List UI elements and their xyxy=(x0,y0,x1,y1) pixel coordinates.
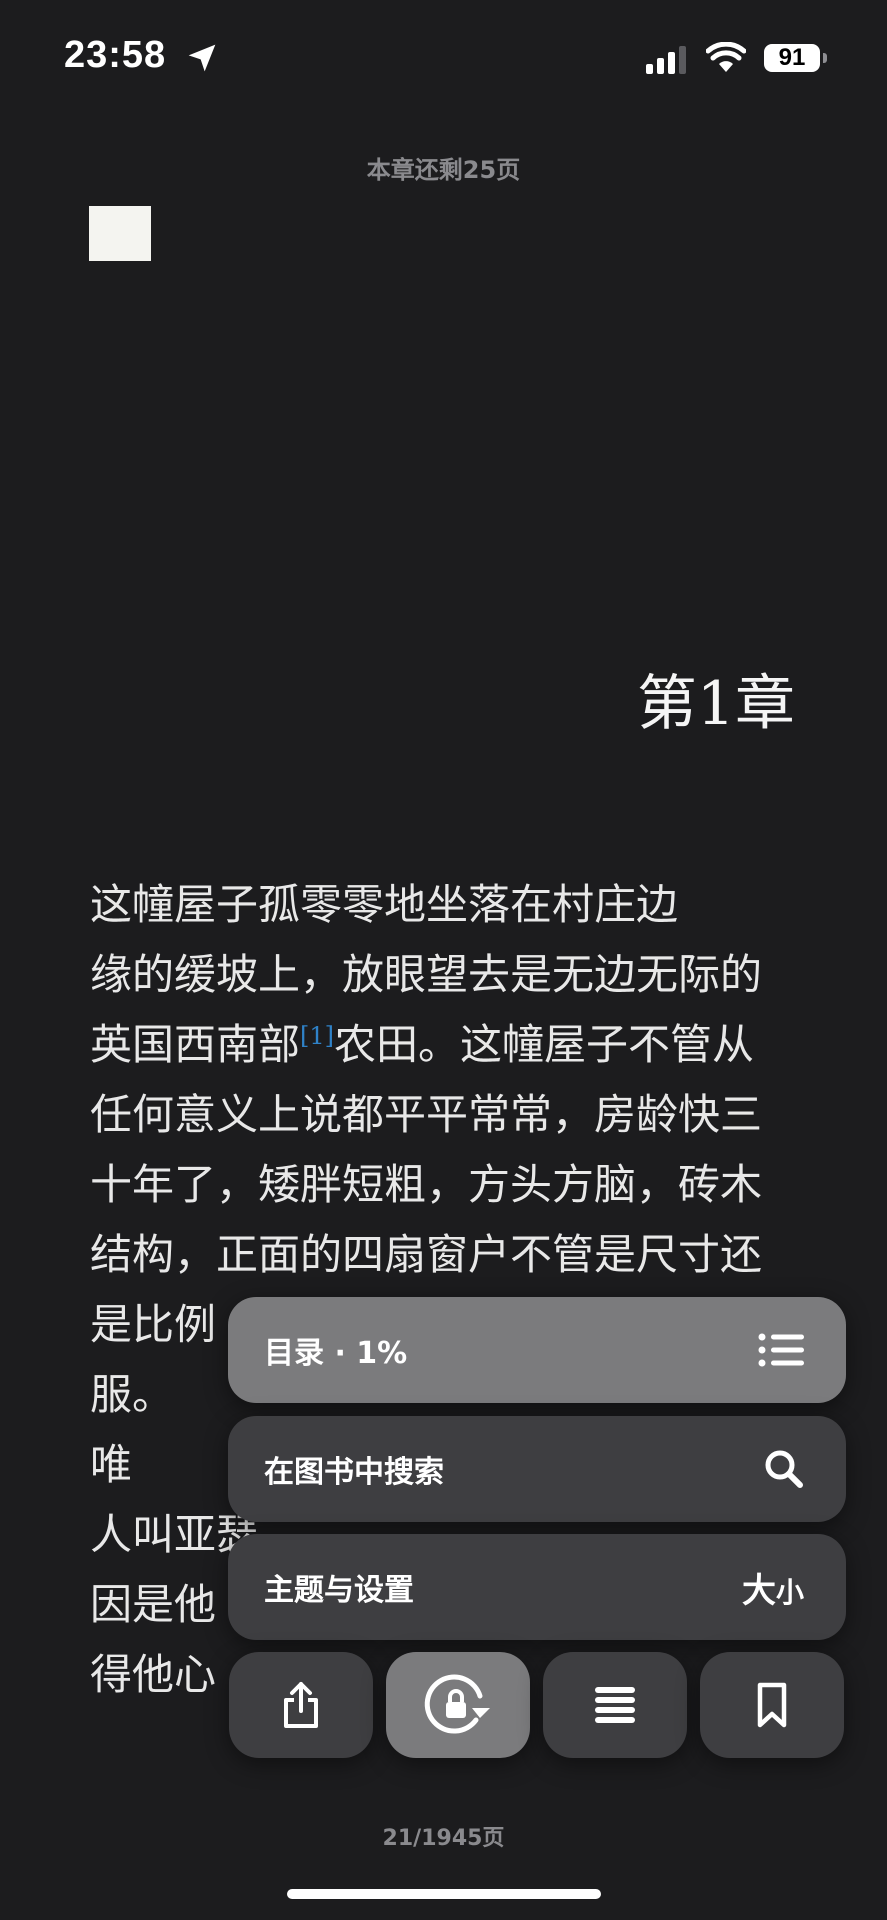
list-icon xyxy=(758,1333,804,1367)
status-time: 23:58 xyxy=(64,34,167,76)
rotation-lock-button[interactable] xyxy=(386,1652,530,1758)
text-line-end: 农田。这幢屋子不管从 xyxy=(334,1020,755,1069)
footnote-link[interactable]: [1] xyxy=(300,1022,334,1050)
share-button[interactable] xyxy=(229,1652,373,1758)
toc-menu-item[interactable]: 目录 · 1% xyxy=(228,1297,846,1403)
share-icon xyxy=(284,1682,318,1728)
cellular-signal-icon xyxy=(646,46,686,74)
text-line: 缘的缓坡上，放眼望去是无边无际的 xyxy=(90,950,763,999)
home-indicator[interactable] xyxy=(287,1889,601,1899)
search-icon xyxy=(765,1450,803,1488)
theme-label: 主题与设置 xyxy=(264,1573,414,1608)
chapter-remaining: 本章还剩25页 xyxy=(366,156,521,184)
toc-label: 目录 · 1% xyxy=(264,1336,408,1371)
search-in-book-menu-item[interactable]: 在图书中搜索 xyxy=(228,1416,846,1522)
text-line: 英国西南部[1]农田。这幢屋子不管从 xyxy=(90,1010,798,1080)
size-small: 小 xyxy=(775,1575,804,1609)
rotation-lock-icon xyxy=(424,1674,490,1734)
text-line: 这幢屋子孤零零地坐落在村庄边 xyxy=(90,880,679,929)
battery-icon: 91 xyxy=(764,44,827,72)
wifi-icon xyxy=(706,42,746,72)
search-label: 在图书中搜索 xyxy=(264,1455,444,1490)
scroll-view-icon xyxy=(595,1687,635,1723)
text-line: 任何意义上说都平平常常，房龄快三 xyxy=(90,1090,763,1139)
bookmark-button[interactable] xyxy=(700,1652,844,1758)
text-line: 结构，正面的四扇窗户不管是尺寸还 xyxy=(90,1230,763,1279)
text-line-start: 英国西南部 xyxy=(90,1020,301,1069)
location-arrow-icon xyxy=(188,44,216,72)
chapter-title: 第1章 xyxy=(636,669,795,739)
text-line: 十年了，矮胖短粗，方头方脑，砖木 xyxy=(90,1160,763,1209)
page-indicator: 21/1945页 xyxy=(382,1826,505,1851)
scroll-view-button[interactable] xyxy=(543,1652,687,1758)
battery-tip xyxy=(823,53,827,63)
size-big: 大 xyxy=(741,1570,776,1611)
bookmark-icon xyxy=(757,1682,787,1728)
theme-settings-menu-item[interactable]: 主题与设置 大小 xyxy=(228,1534,846,1640)
battery-level: 91 xyxy=(764,44,820,72)
font-size-icon: 大小 xyxy=(742,1563,804,1612)
status-bar: 23:58 91 xyxy=(0,0,887,120)
chapter-image xyxy=(89,206,151,261)
